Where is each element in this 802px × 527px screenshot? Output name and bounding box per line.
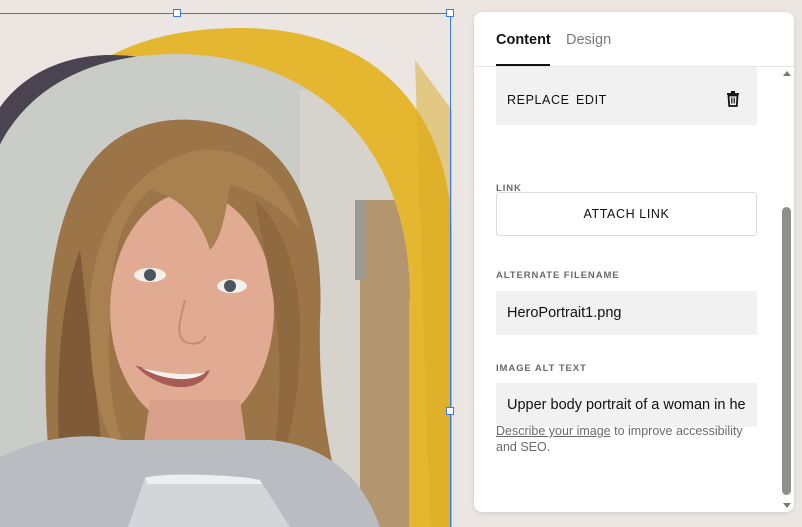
edit-button[interactable]: EDIT bbox=[576, 93, 607, 107]
image-settings-panel: Content Design REPLACE EDIT LINK ATTACH … bbox=[474, 12, 794, 512]
trash-icon[interactable] bbox=[726, 91, 740, 112]
resize-handle-right[interactable] bbox=[446, 407, 454, 415]
describe-image-link[interactable]: Describe your image bbox=[496, 424, 611, 438]
panel-content: REPLACE EDIT LINK ATTACH LINK ALTERNATE … bbox=[474, 67, 779, 512]
resize-handle-top-right[interactable] bbox=[446, 9, 454, 17]
alt-text-helper: Describe your image to improve accessibi… bbox=[496, 423, 758, 455]
hero-portrait-graphic[interactable] bbox=[0, 0, 470, 527]
image-alt-text-label: IMAGE ALT TEXT bbox=[496, 363, 587, 374]
panel-scrollbar[interactable] bbox=[779, 67, 794, 512]
image-actions-bar: REPLACE EDIT bbox=[496, 67, 757, 125]
attach-link-button[interactable]: ATTACH LINK bbox=[496, 192, 757, 236]
tab-design[interactable]: Design bbox=[566, 32, 611, 48]
scroll-up-icon[interactable] bbox=[783, 71, 791, 76]
resize-handle-top[interactable] bbox=[173, 9, 181, 17]
editor-canvas bbox=[0, 0, 470, 527]
alternate-filename-field[interactable]: HeroPortrait1.png bbox=[496, 291, 757, 335]
alternate-filename-label: ALTERNATE FILENAME bbox=[496, 270, 620, 281]
scroll-down-icon[interactable] bbox=[783, 503, 791, 508]
panel-tabs: Content Design bbox=[474, 12, 794, 67]
tab-content[interactable]: Content bbox=[496, 32, 551, 48]
image-alt-text-field[interactable]: Upper body portrait of a woman in he bbox=[496, 383, 757, 427]
scrollbar-thumb[interactable] bbox=[782, 207, 791, 495]
active-tab-indicator bbox=[496, 64, 550, 66]
replace-button[interactable]: REPLACE bbox=[507, 93, 570, 107]
